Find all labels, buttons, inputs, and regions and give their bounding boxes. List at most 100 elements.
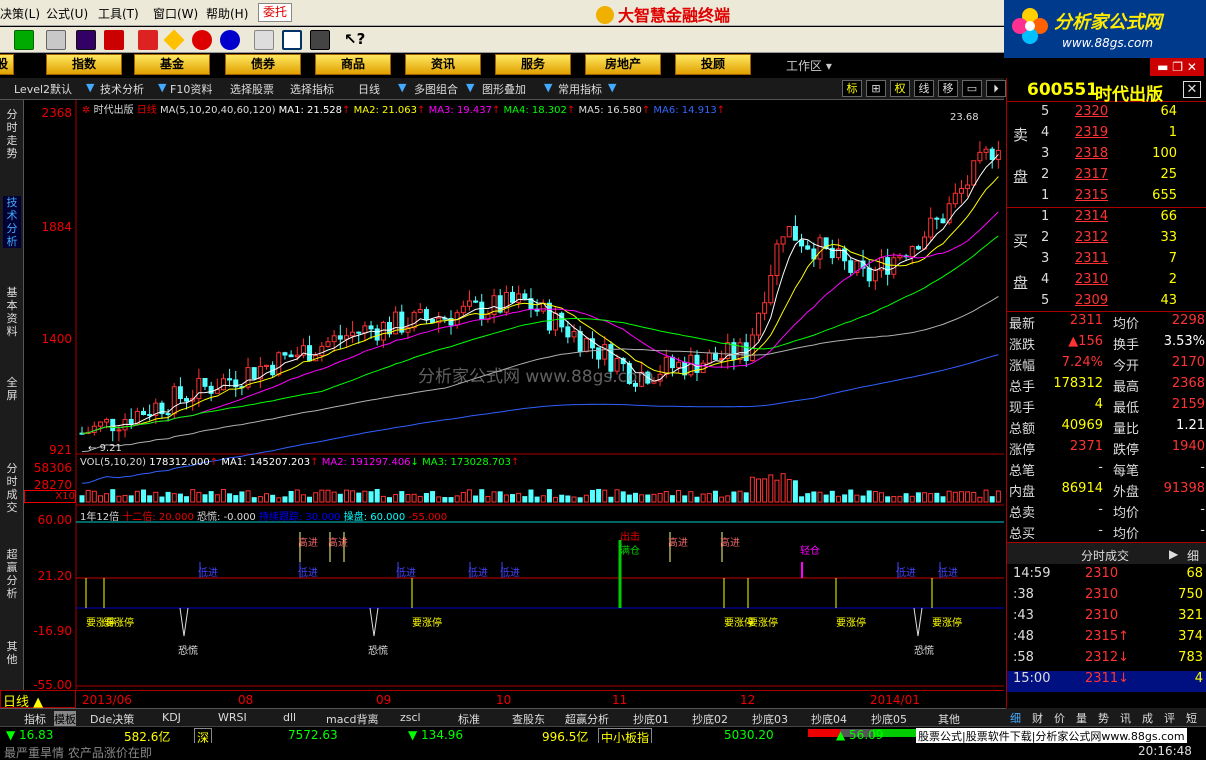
news-ticker[interactable]: 最严重旱情 农产品涨价在即 [4, 744, 152, 760]
indicator-tab[interactable]: 抄底02 [692, 711, 728, 727]
indicator-tab[interactable]: zscl [400, 711, 421, 724]
realtime-icon[interactable] [14, 30, 34, 50]
menu-decision[interactable]: 决策(L) [0, 5, 40, 22]
notepad-icon[interactable] [254, 30, 274, 50]
cat-advisor[interactable]: 投顾 [675, 54, 751, 75]
volume-bar [792, 480, 798, 503]
side-fullscreen[interactable]: 全屏 [3, 376, 21, 402]
tab-tech[interactable]: 技术分析 [100, 81, 144, 97]
right-tab[interactable]: 评 [1164, 710, 1175, 726]
indicator-tab[interactable]: Dde决策 [90, 711, 134, 727]
sell-level-row[interactable]: 4 2319 1 [1007, 125, 1206, 146]
side-other[interactable]: 其他 [3, 640, 21, 666]
tab-common-ind[interactable]: 常用指标 [558, 81, 602, 97]
alert-icon[interactable] [104, 30, 124, 50]
tab-multi[interactable]: 多图组合 [414, 81, 458, 97]
crosshair-button[interactable]: ⊞ [866, 80, 886, 97]
tab-f10[interactable]: F10资料 [170, 81, 212, 97]
right-tab[interactable]: 势 [1098, 710, 1109, 726]
side-intraday[interactable]: 分时走势 [3, 108, 21, 160]
ad-link[interactable]: 股票公式|股票软件下载|分析家公式网www.88gs.com [916, 728, 1187, 744]
signal-panic: 恐慌 [178, 646, 198, 657]
chart-svg[interactable] [24, 100, 1004, 690]
help-cursor-icon[interactable]: ↖? [344, 30, 365, 50]
right-tab[interactable]: 短 [1186, 710, 1197, 726]
menu-help[interactable]: 帮助(H) [206, 5, 248, 22]
signal-icon[interactable] [192, 30, 212, 50]
volume-bar [915, 492, 921, 503]
indicator-tab[interactable]: WRSI [218, 711, 247, 724]
indicator-tab[interactable]: 指标 [24, 711, 46, 727]
period-label[interactable]: 日线 ▲ [0, 690, 76, 710]
f10-icon[interactable] [138, 30, 158, 50]
menu-window[interactable]: 窗口(W) [153, 5, 198, 22]
indicator-tab[interactable]: 模板 [54, 711, 76, 727]
diamond-icon[interactable] [163, 29, 185, 51]
chart-area[interactable]: 2368 1884 1400 921 58306 28270 X10 60.00… [24, 100, 1004, 707]
trade-button[interactable]: 委托 [258, 3, 292, 22]
indicator-tab[interactable]: 标准 [458, 711, 480, 727]
right-tab[interactable]: 财 [1032, 710, 1043, 726]
mark-button[interactable]: 标 [842, 80, 862, 97]
quote-row: 总买 - 均价 - [1007, 523, 1206, 544]
right-tab[interactable]: 细 [1010, 710, 1021, 726]
right-tab[interactable]: 价 [1054, 710, 1065, 726]
chart-icon[interactable] [46, 30, 66, 50]
sell-level-row[interactable]: 3 2318 100 [1007, 146, 1206, 167]
rights-button[interactable]: 权 [890, 80, 910, 97]
indicator-tab[interactable]: dll [283, 711, 296, 724]
candle-body [356, 331, 362, 334]
cat-stock[interactable]: 股 [0, 54, 14, 75]
buy-level-row[interactable]: 3 2311 7 [1007, 251, 1206, 272]
books-icon[interactable] [310, 30, 330, 50]
cat-news[interactable]: 资讯 [405, 54, 481, 75]
info-icon[interactable] [220, 30, 240, 50]
left-sidebar: 分时走势 技术分析 基本资料 全屏 分时成交 超赢分析 其他 [0, 100, 24, 708]
indicator-tab[interactable]: 超赢分析 [565, 711, 609, 727]
indicator-tab[interactable]: 查股东 [512, 711, 545, 727]
window-icon[interactable] [282, 30, 302, 50]
cat-index[interactable]: 指数 [46, 54, 122, 75]
workarea-dropdown[interactable]: 工作区 ▾ [786, 57, 832, 74]
menu-formula[interactable]: 公式(U) [46, 5, 88, 22]
buy-level-row[interactable]: 2 2312 33 [1007, 230, 1206, 251]
move-button[interactable]: 移 [938, 80, 958, 97]
tab-select-indicator[interactable]: 选择指标 [290, 81, 334, 97]
side-super[interactable]: 超赢分析 [3, 548, 21, 600]
tab-overlay[interactable]: 图形叠加 [482, 81, 526, 97]
indicator-tab[interactable]: 抄底04 [811, 711, 847, 727]
sell-level-row[interactable]: 5 2320 64 [1007, 104, 1206, 125]
cat-fund[interactable]: 基金 [134, 54, 210, 75]
sell-level-row[interactable]: 1 2315 655 [1007, 188, 1206, 209]
binoculars-icon[interactable] [76, 30, 96, 50]
indicator-tab[interactable]: 抄底01 [633, 711, 669, 727]
cat-realestate[interactable]: 房地产 [585, 54, 661, 75]
side-ticks[interactable]: 分时成交 [3, 462, 21, 514]
menu-tools[interactable]: 工具(T) [98, 5, 139, 22]
line-button[interactable]: 线 [914, 80, 934, 97]
indicator-tab[interactable]: 抄底03 [752, 711, 788, 727]
side-technical[interactable]: 技术分析 [3, 196, 21, 248]
right-tab[interactable]: 量 [1076, 710, 1087, 726]
buy-level-row[interactable]: 4 2310 2 [1007, 272, 1206, 293]
cat-commodity[interactable]: 商品 [315, 54, 391, 75]
sell-level-row[interactable]: 2 2317 25 [1007, 167, 1206, 188]
indicator-tab[interactable]: 抄底05 [871, 711, 907, 727]
play-button[interactable]: ⏵ [986, 80, 1006, 97]
close-icon[interactable]: ✕ [1183, 81, 1201, 98]
indicator-tab[interactable]: macd背离 [326, 711, 379, 727]
frame-button[interactable]: ▭ [962, 80, 982, 97]
cat-service[interactable]: 服务 [495, 54, 571, 75]
window-controls[interactable]: ▬ ❐ ✕ [1150, 58, 1204, 76]
right-tab[interactable]: 讯 [1120, 710, 1131, 726]
indicator-tab[interactable]: 其他 [938, 711, 960, 727]
cat-bond[interactable]: 债券 [225, 54, 301, 75]
indicator-tab[interactable]: KDJ [162, 711, 181, 724]
detail-button[interactable]: 细 [1187, 547, 1199, 564]
tab-daily[interactable]: 日线 [358, 81, 380, 97]
right-tab[interactable]: 成 [1142, 710, 1153, 726]
tab-select-stock[interactable]: 选择股票 [230, 81, 274, 97]
buy-level-row[interactable]: 1 2314 66 [1007, 209, 1206, 230]
tab-level2[interactable]: Level2默认 [14, 81, 72, 97]
side-basic[interactable]: 基本资料 [3, 286, 21, 338]
